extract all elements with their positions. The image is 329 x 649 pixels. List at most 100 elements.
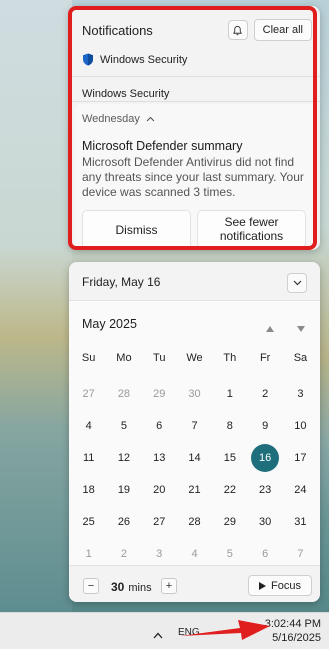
calendar-day[interactable]: 30 [177,378,212,410]
calendar-day[interactable]: 23 [247,474,282,506]
see-fewer-notifications-button[interactable]: See fewer notifications [197,210,306,248]
focus-duration: 30 mins [111,580,152,594]
calendar-day-number: 22 [223,484,236,496]
clock-date: 5/16/2025 [272,632,321,644]
calendar-day[interactable]: 24 [283,474,318,506]
dismiss-button[interactable]: Dismiss [82,210,191,250]
show-hidden-icons-button[interactable] [153,626,163,644]
calendar-panel: Friday, May 16 May 2025 Su Mo Tu We Th Fr Sa 27… [69,262,320,602]
calendar-day[interactable]: 29 [142,378,177,410]
calendar-day[interactable]: 20 [142,474,177,506]
calendar-day[interactable]: 21 [177,474,212,506]
calendar-day[interactable]: 10 [283,410,318,442]
previous-month-button[interactable] [266,319,274,337]
calendar-day[interactable]: 29 [212,506,247,538]
calendar-day-number: 15 [223,452,236,464]
calendar-day-number: 2 [120,548,127,560]
notification-header: Notifications Clear all [82,18,312,42]
calendar-day-number: 26 [117,516,131,528]
calendar-day[interactable]: 7 [177,410,212,442]
calendar-day[interactable]: 2 [247,378,282,410]
calendar-day-selected[interactable]: 16 [247,442,282,474]
calendar-day[interactable]: 1 [212,378,247,410]
bell-snooze-icon [233,25,243,35]
divider [69,76,320,77]
calendar-day-number: 3 [297,388,304,400]
calendar-day-number: 5 [226,548,233,560]
toast-day: Wednesday [82,113,140,125]
weekday-label: Su [81,352,96,364]
notification-toast[interactable]: Wednesday Microsoft Defender summary Mic… [75,104,314,250]
calendar-month[interactable]: May 2025 [82,317,137,331]
calendar-day[interactable]: 27 [142,506,177,538]
calendar-day-number: 23 [259,484,272,496]
calendar-day-number: 7 [297,548,304,560]
desktop-wallpaper [0,0,72,612]
calendar-day-number: 29 [223,516,236,528]
calendar-day[interactable]: 3 [283,378,318,410]
calendar-day[interactable]: 28 [106,378,141,410]
toast-day-group[interactable]: Wednesday [82,113,155,125]
calendar-day[interactable]: 13 [142,442,177,474]
decrease-focus-button[interactable]: − [83,578,99,594]
calendar-day-number: 2 [262,388,269,400]
clock-time: 3:02:44 PM [264,618,321,630]
focus-button[interactable]: Focus [248,575,312,596]
calendar-day[interactable]: 26 [106,506,141,538]
calendar-day[interactable]: 17 [283,442,318,474]
calendar-day[interactable]: 27 [71,378,106,410]
calendar-day-number: 21 [188,484,201,496]
calendar-day[interactable]: 18 [71,474,106,506]
calendar-day-number: 3 [156,548,163,560]
calendar-day-number: 28 [188,516,201,528]
calendar-day-number: 1 [85,548,92,560]
calendar-day[interactable]: 22 [212,474,247,506]
calendar-day-number: 6 [156,420,163,432]
calendar-day[interactable]: 6 [142,410,177,442]
calendar-day[interactable]: 5 [106,410,141,442]
calendar-day[interactable]: 30 [247,506,282,538]
calendar-day-number: 20 [153,484,166,496]
weekday-label: Tu [153,352,166,364]
increase-focus-button[interactable]: + [161,578,177,594]
calendar-day[interactable]: 19 [106,474,141,506]
calendar-day-number: 27 [82,388,95,400]
calendar-day[interactable]: 11 [71,442,106,474]
calendar-day[interactable]: 31 [283,506,318,538]
calendar-day-number: 30 [259,516,272,528]
calendar-day[interactable]: 12 [106,442,141,474]
calendar-day[interactable]: 25 [71,506,106,538]
calendar-day-number: 12 [117,452,131,464]
calendar-day-number: 5 [120,420,127,432]
do-not-disturb-button[interactable] [227,20,248,40]
notification-group-name: Windows Security [82,88,170,100]
calendar-day[interactable]: 8 [212,410,247,442]
calendar-day-number: 27 [153,516,166,528]
calendar-day[interactable]: 15 [212,442,247,474]
chevron-up-icon [153,632,163,639]
notification-title: Notifications [82,22,153,38]
calendar-day[interactable]: 4 [71,410,106,442]
calendar-day-number: 30 [188,388,201,400]
triangle-up-icon [266,326,274,332]
calendar-day[interactable]: 9 [247,410,282,442]
notification-app-row[interactable]: Windows Security [82,53,187,66]
calendar-day[interactable]: 14 [177,442,212,474]
windows-security-shield-icon [82,53,94,66]
calendar-day-number: 7 [191,420,198,432]
calendar-day[interactable]: 28 [177,506,212,538]
calendar-day-number: 4 [191,548,198,560]
calendar-day-number: 18 [82,484,95,496]
focus-bar: − 30 mins + Focus [69,565,320,602]
collapse-calendar-button[interactable] [287,273,307,293]
calendar-day-number: 25 [82,516,95,528]
calendar-day-number: 1 [226,388,233,400]
calendar-day-number: 17 [294,452,307,464]
taskbar: ENG 3:02:44 PM 5/16/2025 [0,612,329,649]
calendar-day-number: 29 [153,388,166,400]
calendar-body: May 2025 Su Mo Tu We Th Fr Sa 27 28 29 30 1 2 3 4 5 6 7 8 9… [69,300,320,566]
calendar-day-number: 28 [117,388,131,400]
next-month-button[interactable] [297,319,305,337]
clock-button[interactable]: 3:02:44 PM 5/16/2025 [265,617,321,645]
clear-all-button[interactable]: Clear all [253,19,312,41]
